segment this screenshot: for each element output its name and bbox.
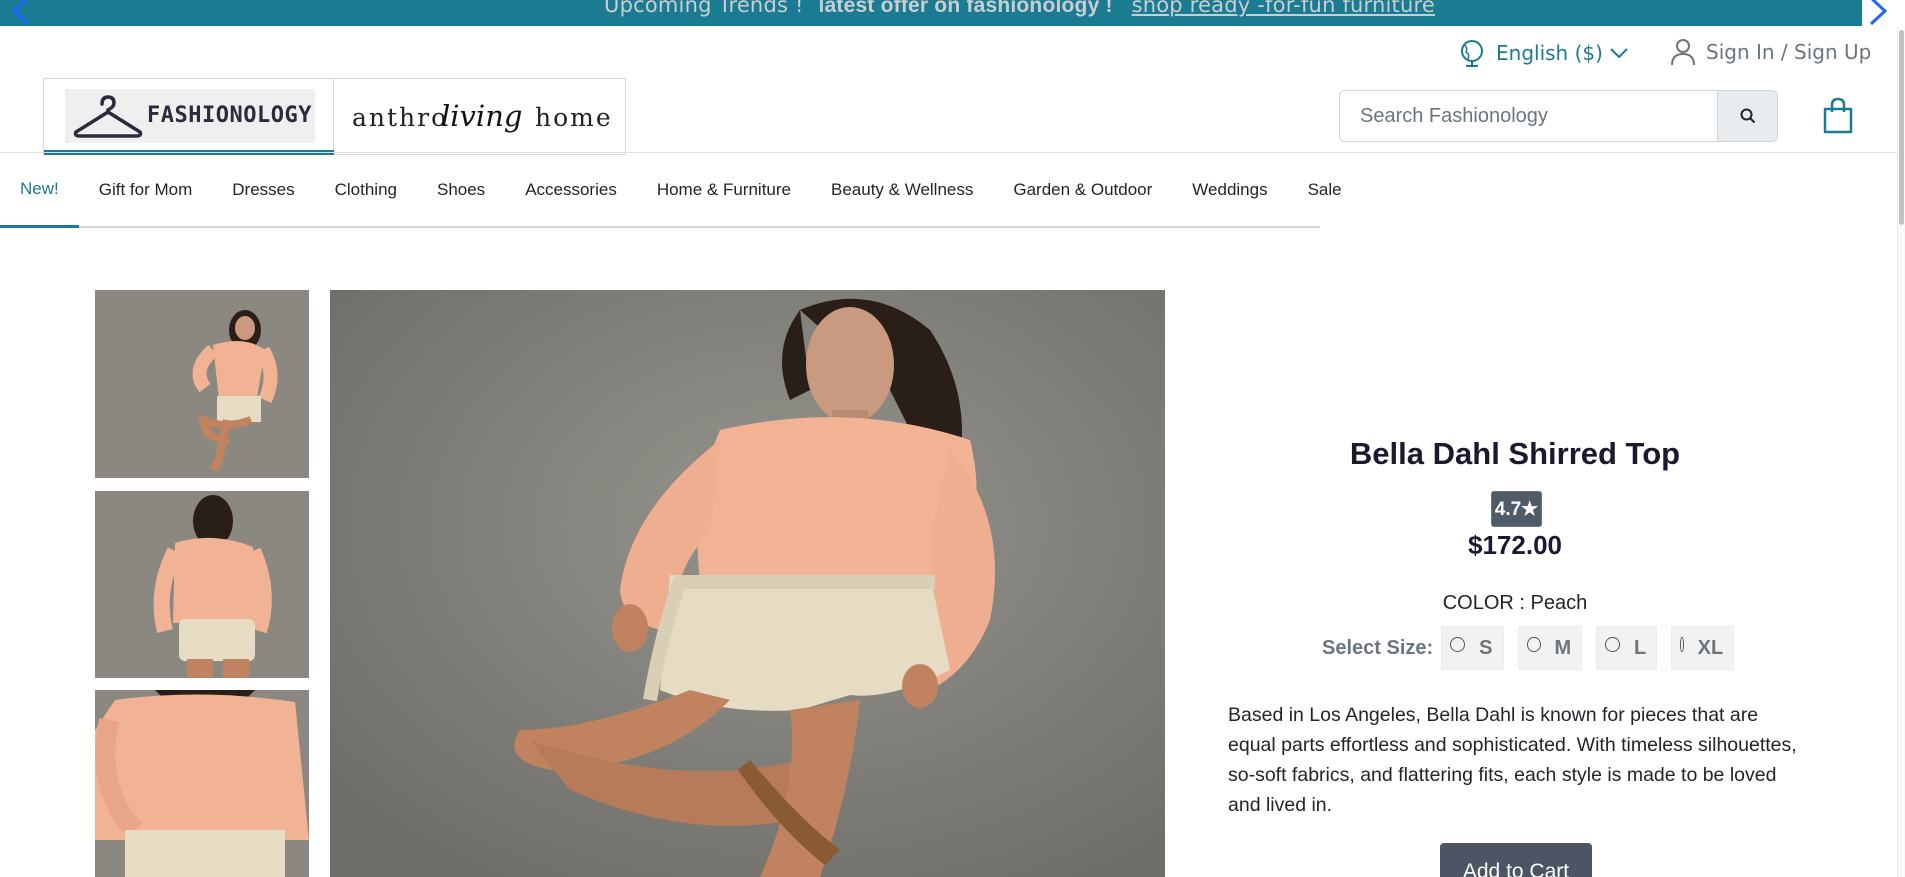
language-label: English ($) [1496, 41, 1603, 65]
nav-item-new[interactable]: New! [0, 153, 79, 228]
promo-link[interactable]: shop ready -for-fun furniture [1132, 0, 1435, 17]
chevron-left-icon [11, 0, 30, 26]
globe-icon [1461, 40, 1483, 67]
shopping-bag-icon[interactable] [1822, 97, 1854, 135]
promo-banner: Upcoming Trends ! latest offer on fashio… [0, 0, 1905, 26]
nav-item-sale[interactable]: Sale [1288, 153, 1362, 226]
nav-item-garden-outdoor[interactable]: Garden & Outdoor [993, 153, 1172, 226]
promo-next-button[interactable] [1862, 0, 1905, 26]
nav-item-beauty-wellness[interactable]: Beauty & Wellness [811, 153, 993, 226]
hanger-icon [73, 95, 143, 138]
size-label: Select Size: [1322, 636, 1434, 659]
size-radio-xl[interactable] [1680, 636, 1684, 652]
size-radio-s[interactable] [1450, 636, 1466, 652]
promo-upcoming: Upcoming Trends ! [604, 0, 804, 17]
nav-item-weddings[interactable]: Weddings [1172, 153, 1287, 226]
add-to-cart-button[interactable]: Add to Cart [1440, 843, 1592, 877]
brand-tabs: FASHIONOLOGY anthro living home [43, 78, 626, 155]
sign-in-label: Sign In / Sign Up [1706, 40, 1872, 64]
user-icon [1671, 39, 1695, 66]
nav-item-shoes[interactable]: Shoes [417, 153, 505, 226]
nav-item-accessories[interactable]: Accessories [505, 153, 637, 226]
svg-text:living: living [441, 99, 522, 133]
nav-item-gift-for-mom[interactable]: Gift for Mom [79, 153, 213, 226]
sign-in-link[interactable]: Sign In / Sign Up [1670, 38, 1871, 66]
brand-tab-anthroliving[interactable]: anthro living home [334, 79, 625, 154]
language-selector[interactable]: English ($) [1458, 38, 1629, 68]
product-description: Based in Los Angeles, Bella Dahl is know… [1228, 704, 1797, 816]
promo-prev-button[interactable] [0, 0, 36, 26]
size-option-m[interactable]: M [1518, 626, 1583, 670]
product-main-image [330, 290, 1165, 877]
anthroliving-logo: anthro living home [352, 99, 613, 133]
fashionology-logo: FASHIONOLOGY [65, 89, 315, 143]
product-price: $172.00 [1468, 530, 1562, 560]
size-option-label: L [1633, 636, 1647, 659]
product-thumbnail-1[interactable] [95, 290, 309, 478]
scrollbar-thumb[interactable] [1899, 30, 1904, 225]
product-title: Bella Dahl Shirred Top [1349, 436, 1681, 471]
rating-badge: 4.7★ [1491, 491, 1542, 527]
size-option-s[interactable]: S [1441, 626, 1505, 670]
search-input[interactable] [1340, 91, 1717, 141]
svg-text:anthro: anthro [352, 103, 448, 132]
main-nav: New! Gift for Mom Dresses Clothing Shoes… [0, 153, 1342, 228]
size-selector: Select Size: S M L XL [1322, 626, 1748, 670]
size-option-label: XL [1697, 636, 1724, 659]
size-option-xl[interactable]: XL [1671, 626, 1735, 670]
size-radio-m[interactable] [1527, 636, 1541, 652]
svg-text:home: home [535, 103, 613, 132]
nav-item-home-furniture[interactable]: Home & Furniture [637, 153, 811, 226]
size-option-l[interactable]: L [1596, 626, 1658, 670]
promo-offer: latest offer on fashionology ! [818, 0, 1113, 17]
product-thumbnail-3[interactable] [95, 690, 309, 877]
nav-item-clothing[interactable]: Clothing [315, 153, 417, 226]
brand-tab-fashionology[interactable]: FASHIONOLOGY [44, 79, 334, 155]
product-color: COLOR : Peach [1442, 592, 1588, 614]
search-bar [1339, 90, 1778, 142]
size-radio-l[interactable] [1605, 636, 1620, 652]
chevron-down-icon [1610, 48, 1628, 59]
search-button[interactable] [1717, 91, 1777, 141]
size-option-label: S [1479, 636, 1493, 659]
product-thumbnail-2[interactable] [95, 491, 309, 678]
chevron-right-icon [1869, 0, 1888, 26]
promo-text: Upcoming Trends ! latest offer on fashio… [604, 0, 1435, 18]
fashionology-name: FASHIONOLOGY [147, 103, 312, 128]
size-option-label: M [1554, 636, 1572, 659]
search-icon [1740, 108, 1755, 124]
nav-item-dresses[interactable]: Dresses [212, 153, 314, 226]
